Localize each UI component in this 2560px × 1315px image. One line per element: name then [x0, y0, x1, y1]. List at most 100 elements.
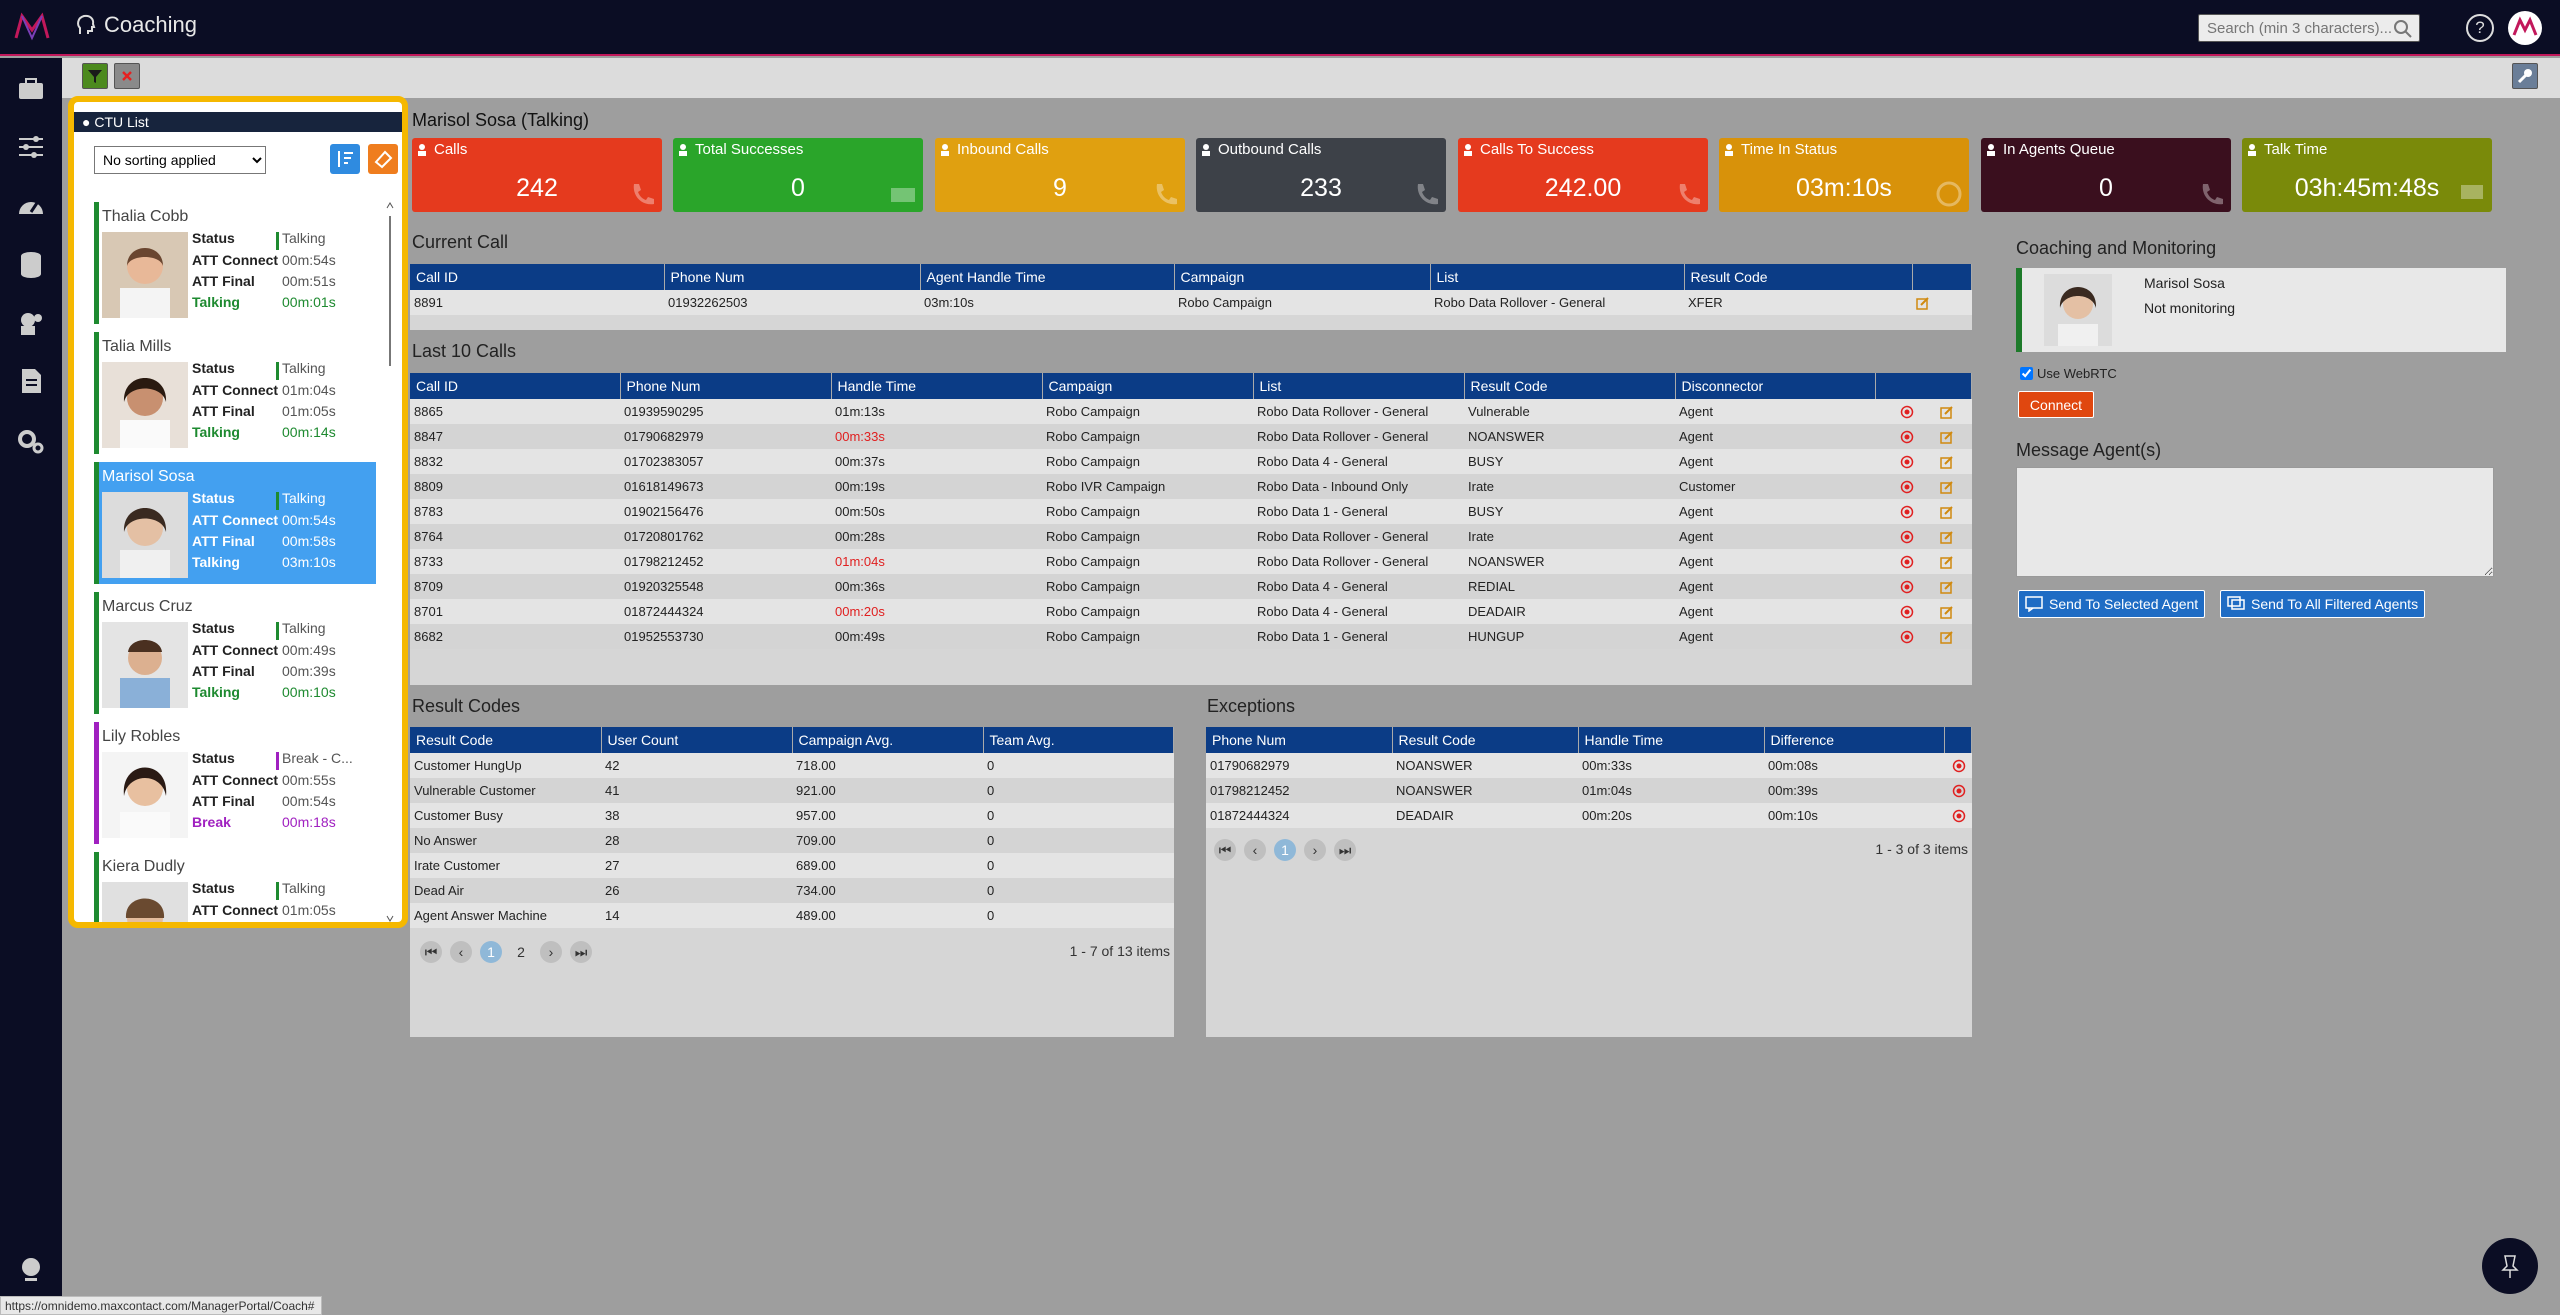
record-icon[interactable] [1900, 480, 1914, 494]
column-header: List [1253, 373, 1465, 399]
connect-button[interactable]: Connect [2018, 391, 2094, 418]
column-header: Result Code [1684, 264, 1913, 290]
edit-icon[interactable] [1939, 605, 1954, 620]
send-to-all-button[interactable]: Send To All Filtered Agents [2220, 590, 2426, 618]
page-button[interactable]: 1 [1274, 839, 1296, 861]
next-page-icon[interactable]: › [540, 941, 562, 963]
column-header: Campaign [1042, 373, 1254, 399]
column-header: List [1430, 264, 1685, 290]
record-icon[interactable] [1952, 784, 1966, 798]
agent-card[interactable]: Thalia Cobb Status Talking ATT Connect 0… [94, 202, 376, 324]
edit-icon[interactable] [1939, 530, 1954, 545]
column-header: Campaign Avg. [792, 727, 984, 753]
att-final-label: ATT Final [192, 403, 255, 419]
pin-button[interactable] [2482, 1238, 2538, 1294]
briefcase-icon[interactable] [16, 74, 46, 104]
table-row[interactable]: 8865 01939590295 01m:13s Robo Campaign Robo … [410, 399, 1972, 424]
help-icon[interactable]: ? [2466, 14, 2494, 42]
edit-icon[interactable] [1939, 455, 1954, 470]
coaching-icon[interactable] [16, 308, 46, 338]
sliders-icon[interactable] [16, 132, 46, 162]
edit-icon[interactable] [1916, 296, 1930, 311]
reset-sort-button[interactable] [368, 144, 398, 174]
table-row[interactable]: 8764 01720801762 00m:28s Robo Campaign Robo … [410, 524, 1972, 549]
edit-icon[interactable] [1939, 405, 1954, 420]
att-connect-value: 01m:04s [282, 382, 336, 398]
database-icon[interactable] [16, 250, 46, 280]
edit-icon[interactable] [1939, 555, 1954, 570]
filter-button[interactable] [82, 63, 108, 89]
table-row[interactable]: 8682 01952553730 00m:49s Robo Campaign Robo … [410, 624, 1972, 649]
ctu-scrollbar[interactable] [386, 202, 394, 922]
table-row[interactable]: 01790682979 NOANSWER 00m:33s 00m:08s [1206, 753, 1972, 778]
record-icon[interactable] [1900, 505, 1914, 519]
wrench-icon [2517, 69, 2532, 84]
table-row[interactable]: 01872444324 DEADAIR 00m:20s 00m:10s [1206, 803, 1972, 828]
cell: Irate [1464, 524, 1675, 549]
send-to-selected-button[interactable]: Send To Selected Agent [2018, 590, 2206, 618]
clear-filter-button[interactable] [114, 63, 140, 89]
last-page-icon[interactable]: ⏭ [570, 941, 592, 963]
record-icon[interactable] [1900, 580, 1914, 594]
page-button[interactable]: 1 [480, 941, 502, 963]
record-icon[interactable] [1900, 630, 1914, 644]
prev-page-icon[interactable]: ‹ [1244, 839, 1266, 861]
next-page-icon[interactable]: › [1304, 839, 1326, 861]
message-agents-title: Message Agent(s) [2016, 440, 2162, 460]
edit-icon[interactable] [1939, 580, 1954, 595]
webrtc-checkbox[interactable] [2020, 367, 2033, 380]
agent-card[interactable]: Marcus Cruz Status Talking ATT Connect 0… [94, 592, 376, 714]
search-icon[interactable] [2392, 18, 2414, 40]
record-icon[interactable] [1900, 405, 1914, 419]
agent-card-selected[interactable]: Marisol Sosa Status Talking ATT Connect … [94, 462, 376, 584]
record-icon[interactable] [1900, 555, 1914, 569]
sort-select[interactable]: No sorting applied [94, 146, 266, 174]
edit-icon[interactable] [1939, 480, 1954, 495]
first-page-icon[interactable]: ⏮ [420, 941, 442, 963]
record-icon[interactable] [1900, 605, 1914, 619]
kpi-value: 03m:10s [1796, 174, 1892, 202]
kpi-value: 9 [1053, 174, 1067, 202]
record-icon[interactable] [1900, 530, 1914, 544]
message-textarea[interactable] [2016, 467, 2494, 577]
record-icon[interactable] [1900, 430, 1914, 444]
exceptions-title: Exceptions [1207, 696, 1296, 716]
record-icon[interactable] [1952, 759, 1966, 773]
search-input[interactable] [2198, 14, 2420, 42]
att-final-label: ATT Final [192, 533, 255, 549]
table-row[interactable]: 8701 01872444324 00m:20s Robo Campaign Robo … [410, 599, 1972, 624]
record-icon[interactable] [1900, 455, 1914, 469]
agent-card[interactable]: Talia Mills Status Talking ATT Connect 0… [94, 332, 376, 454]
table-row[interactable]: 8832 01702383057 00m:37s Robo Campaign Robo … [410, 449, 1972, 474]
edit-icon[interactable] [1939, 430, 1954, 445]
cell: 01702383057 [620, 449, 831, 474]
prev-page-icon[interactable]: ‹ [450, 941, 472, 963]
user-avatar[interactable] [2508, 11, 2542, 45]
brand-logo[interactable] [14, 12, 50, 42]
cell: 8891 [410, 290, 664, 315]
table-row[interactable]: 8809 01618149673 00m:19s Robo IVR Campaign R… [410, 474, 1972, 499]
agent-card[interactable]: Kiera Dudly Status Talking ATT Connect 0… [94, 852, 376, 922]
table-row[interactable]: 8783 01902156476 00m:50s Robo Campaign Robo … [410, 499, 1972, 524]
table-row[interactable]: 8847 01790682979 00m:33s Robo Campaign Robo … [410, 424, 1972, 449]
agent-card[interactable]: Lily Robles Status Break - C... ATT Conn… [94, 722, 376, 844]
table-row: Dead Air 26 734.00 0 [410, 878, 1174, 903]
page-button[interactable]: 2 [510, 941, 532, 963]
att-final-label: ATT Final [192, 793, 255, 809]
last-page-icon[interactable]: ⏭ [1334, 839, 1356, 861]
globe-icon[interactable] [16, 1254, 46, 1284]
table-row[interactable]: 01798212452 NOANSWER 01m:04s 00m:39s [1206, 778, 1972, 803]
settings-icon[interactable] [16, 426, 46, 456]
edit-icon[interactable] [1939, 630, 1954, 645]
tools-button[interactable] [2512, 63, 2538, 89]
webrtc-option[interactable]: Use WebRTC [2020, 366, 2117, 381]
record-icon[interactable] [1952, 809, 1966, 823]
sort-button[interactable] [330, 144, 360, 174]
edit-icon[interactable] [1939, 505, 1954, 520]
dashboard-icon[interactable] [16, 192, 46, 222]
report-icon[interactable] [16, 366, 46, 396]
cell: NOANSWER [1464, 549, 1675, 574]
first-page-icon[interactable]: ⏮ [1214, 839, 1236, 861]
table-row[interactable]: 8709 01920325548 00m:36s Robo Campaign Robo … [410, 574, 1972, 599]
table-row[interactable]: 8733 01798212452 01m:04s Robo Campaign Robo … [410, 549, 1972, 574]
